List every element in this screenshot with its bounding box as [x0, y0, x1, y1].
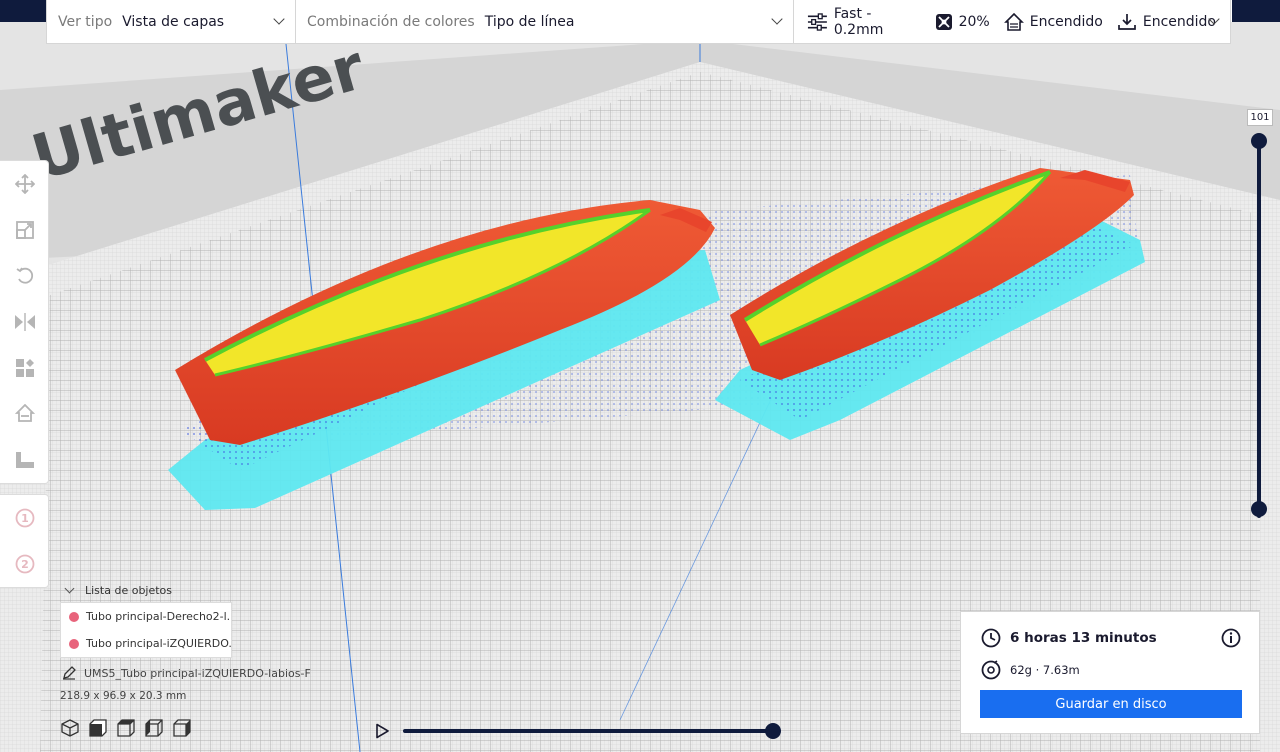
- mirror-tool-button[interactable]: [14, 311, 36, 333]
- extruder-1-icon: 1: [15, 508, 35, 528]
- extruder-1-button[interactable]: 1: [14, 507, 36, 529]
- file-name: UMS5_Tubo principal-iZQUIERDO-labios-F: [84, 666, 311, 680]
- rotate-tool-button[interactable]: [14, 265, 36, 287]
- infill-value: 20%: [958, 13, 990, 30]
- view-type-dropdown[interactable]: Ver tipo Vista de capas: [47, 0, 296, 43]
- per-model-settings-button[interactable]: [14, 357, 36, 379]
- color-scheme-label: Combinación de colores: [307, 13, 475, 30]
- view-left-icon: [145, 719, 163, 737]
- filament-spool-icon: [981, 660, 1001, 680]
- print-info-panel: 6 horas 13 minutos 62g · 7.63m Guardar e…: [960, 611, 1260, 734]
- model-dimensions: 218.9 x 96.9 x 20.3 mm: [60, 690, 187, 702]
- view-left-button[interactable]: [144, 718, 164, 738]
- print-time: 6 horas 13 minutos: [1010, 630, 1157, 646]
- object-name: Tubo principal-Derecho2-l...: [86, 610, 231, 623]
- object-color-dot: [69, 638, 79, 649]
- extruder-2-number: 2: [21, 558, 29, 571]
- save-to-disk-button[interactable]: Guardar en disco: [980, 690, 1242, 718]
- clock-icon: [981, 628, 1001, 648]
- view-right-button[interactable]: [172, 718, 192, 738]
- layer-slider-track[interactable]: [1257, 134, 1261, 518]
- print-settings-button[interactable]: Fast - 0.2mm 20% Encendido Encendido: [794, 0, 1230, 43]
- top-toolbar: Ver tipo Vista de capas Combinación de c…: [46, 0, 1231, 44]
- view-type-label: Ver tipo: [58, 13, 113, 30]
- extruder-1-number: 1: [21, 512, 29, 525]
- view-front-icon: [89, 719, 107, 737]
- view-3d-button[interactable]: [60, 718, 80, 738]
- lay-flat-button[interactable]: [14, 449, 36, 471]
- color-scheme-dropdown[interactable]: Combinación de colores Tipo de línea: [296, 0, 794, 43]
- move-tool-button[interactable]: [14, 173, 36, 195]
- view-top-icon: [117, 719, 135, 737]
- support-blocker-icon: [15, 404, 35, 422]
- chevron-down-icon: [273, 13, 285, 25]
- layer-slider-lower-handle[interactable]: [1251, 501, 1267, 517]
- adhesion-icon: [1118, 13, 1136, 30]
- object-name: Tubo principal-iZQUIERDO...: [86, 637, 231, 650]
- profile-value: Fast - 0.2mm: [833, 5, 884, 38]
- chevron-down-icon: [771, 13, 783, 25]
- rotate-icon: [16, 267, 34, 284]
- color-scheme-value: Tipo de línea: [484, 13, 575, 30]
- extruder-2-icon: 2: [15, 554, 35, 574]
- view-front-button[interactable]: [88, 718, 108, 738]
- per-model-settings-icon: [16, 359, 34, 377]
- move-icon: [15, 174, 35, 194]
- object-list-item[interactable]: Tubo principal-iZQUIERDO...: [61, 630, 231, 657]
- pencil-icon: [63, 666, 76, 680]
- view-3d-icon: [61, 719, 79, 737]
- scale-icon: [16, 221, 34, 239]
- support-value: Encendido: [1029, 13, 1103, 30]
- object-list: Lista de objetos Tubo principal-Derecho2…: [60, 582, 232, 658]
- scale-tool-button[interactable]: [14, 219, 36, 241]
- profile-sliders-icon: [807, 12, 827, 31]
- view-type-value: Vista de capas: [122, 13, 225, 30]
- adhesion-value: Encendido: [1142, 13, 1216, 30]
- extruder-panel: 1 2: [0, 494, 49, 588]
- support-blocker-button[interactable]: [14, 403, 36, 425]
- object-list-item[interactable]: Tubo principal-Derecho2-l...: [61, 603, 231, 630]
- view-right-icon: [173, 719, 191, 737]
- chevron-down-icon: [64, 583, 75, 593]
- support-icon: [1003, 12, 1024, 31]
- tool-panel: [0, 160, 49, 484]
- camera-view-buttons: [60, 718, 200, 738]
- layer-slider-upper-handle[interactable]: [1251, 133, 1267, 149]
- playback-slider-handle[interactable]: [765, 723, 781, 739]
- view-top-button[interactable]: [116, 718, 136, 738]
- file-name-row[interactable]: UMS5_Tubo principal-iZQUIERDO-labios-F: [62, 666, 311, 680]
- mirror-icon: [15, 313, 35, 331]
- extruder-2-button[interactable]: 2: [14, 553, 36, 575]
- infill-icon: [935, 13, 952, 30]
- object-color-dot: [69, 611, 79, 622]
- material-usage: 62g · 7.63m: [1010, 663, 1080, 677]
- lay-flat-icon: [16, 452, 34, 468]
- play-icon[interactable]: [374, 723, 390, 739]
- object-list-header: Lista de objetos: [85, 583, 173, 597]
- layer-number-field[interactable]: 101: [1247, 109, 1273, 126]
- playback-slider-track[interactable]: [403, 729, 779, 733]
- info-icon[interactable]: [1221, 628, 1241, 648]
- object-list-toggle[interactable]: Lista de objetos: [60, 582, 232, 598]
